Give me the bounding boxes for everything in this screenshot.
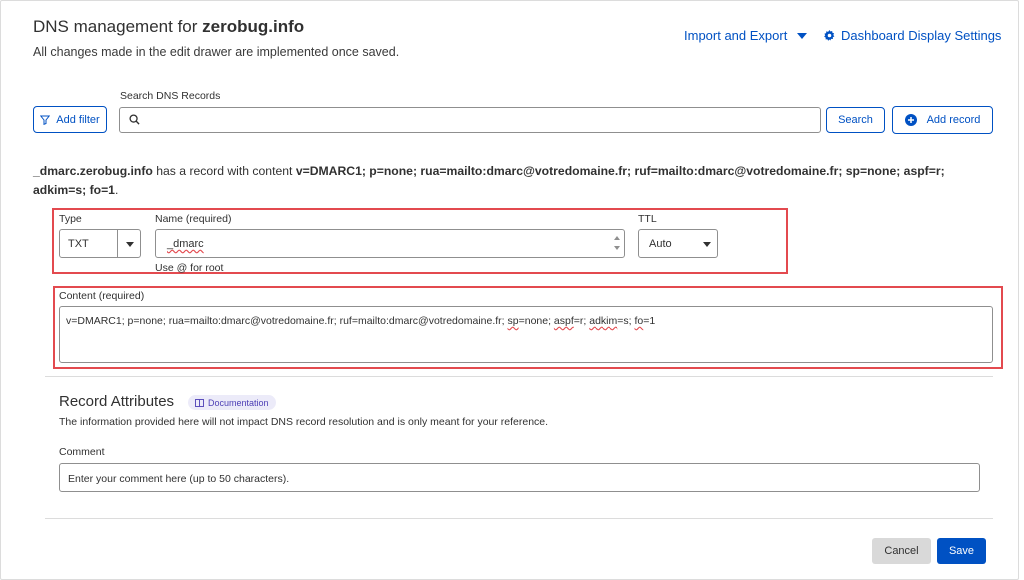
- display-settings-label: Dashboard Display Settings: [841, 28, 1002, 43]
- import-export-dropdown[interactable]: Import and Export: [684, 28, 808, 43]
- type-select-divider: [117, 230, 118, 257]
- documentation-label: Documentation: [208, 397, 269, 408]
- content-text: =s;: [617, 315, 635, 327]
- content-text: fo: [634, 315, 644, 327]
- content-text: =none;: [518, 315, 554, 327]
- cancel-label: Cancel: [884, 545, 919, 557]
- attributes-description: The information provided here will not i…: [59, 416, 549, 428]
- chevron-down-icon: [797, 32, 808, 39]
- type-label: Type: [59, 213, 82, 225]
- spinner-icon[interactable]: [613, 233, 621, 253]
- dashboard-display-settings-link[interactable]: Dashboard Display Settings: [824, 28, 1001, 43]
- name-field[interactable]: _dmarc: [155, 229, 625, 258]
- record-summary: _dmarc.zerobug.info has a record with co…: [33, 162, 993, 200]
- plus-circle-icon: [904, 114, 917, 126]
- ttl-select[interactable]: Auto: [638, 229, 718, 258]
- title-prefix: DNS management for: [33, 17, 203, 36]
- zone-name: zerobug.info: [202, 17, 305, 36]
- record-summary-end: .: [114, 183, 119, 197]
- cancel-button[interactable]: Cancel: [872, 538, 931, 564]
- add-filter-button[interactable]: Add filter: [33, 106, 107, 133]
- save-label: Save: [948, 545, 975, 557]
- chevron-down-icon: [126, 242, 134, 247]
- funnel-icon: [40, 115, 51, 125]
- magnifier-icon: [129, 114, 140, 125]
- content-text: sp: [507, 315, 519, 327]
- add-record-button[interactable]: Add record: [892, 106, 993, 134]
- comment-input[interactable]: [66, 471, 970, 487]
- add-record-label: Add record: [926, 114, 981, 126]
- page-subtitle: All changes made in the edit drawer are …: [33, 45, 400, 59]
- footer-divider: [45, 518, 993, 519]
- record-attributes-heading: Record Attributes: [59, 393, 175, 410]
- search-field[interactable]: [119, 107, 821, 133]
- comment-label: Comment: [59, 446, 105, 458]
- content-text: =r;: [573, 315, 590, 327]
- name-hint: Use @ for root: [155, 262, 224, 274]
- type-select[interactable]: TXT: [59, 229, 141, 258]
- import-export-label: Import and Export: [684, 28, 788, 43]
- search-input[interactable]: [146, 112, 810, 130]
- comment-field[interactable]: [59, 463, 980, 492]
- record-summary-text: has a record with content: [152, 164, 296, 178]
- content-text: aspf: [553, 315, 574, 327]
- content-label: Content (required): [59, 290, 145, 302]
- name-input[interactable]: _dmarc: [167, 238, 204, 250]
- ttl-value: Auto: [649, 238, 672, 250]
- content-text: adkim: [589, 315, 618, 327]
- type-value: TXT: [68, 238, 89, 250]
- content-text: =1: [643, 315, 656, 327]
- search-label: Search DNS Records: [120, 90, 221, 102]
- content-textarea[interactable]: v=DMARC1; p=none; rua=mailto:dmarc@votre…: [59, 306, 993, 363]
- search-button[interactable]: Search: [826, 107, 885, 133]
- save-button[interactable]: Save: [937, 538, 986, 564]
- content-text: v=DMARC1; p=none; rua=mailto:dmarc@votre…: [66, 315, 508, 327]
- search-button-label: Search: [838, 114, 873, 126]
- chevron-down-icon: [703, 242, 711, 247]
- book-icon: [195, 398, 204, 407]
- record-name: _dmarc.zerobug.info: [33, 164, 153, 178]
- name-label: Name (required): [155, 213, 232, 225]
- page-title: DNS management for zerobug.info: [33, 17, 304, 37]
- documentation-badge[interactable]: Documentation: [188, 395, 276, 410]
- add-filter-label: Add filter: [56, 113, 100, 126]
- section-divider: [45, 376, 993, 377]
- ttl-label: TTL: [638, 213, 657, 225]
- gear-icon: [824, 30, 835, 41]
